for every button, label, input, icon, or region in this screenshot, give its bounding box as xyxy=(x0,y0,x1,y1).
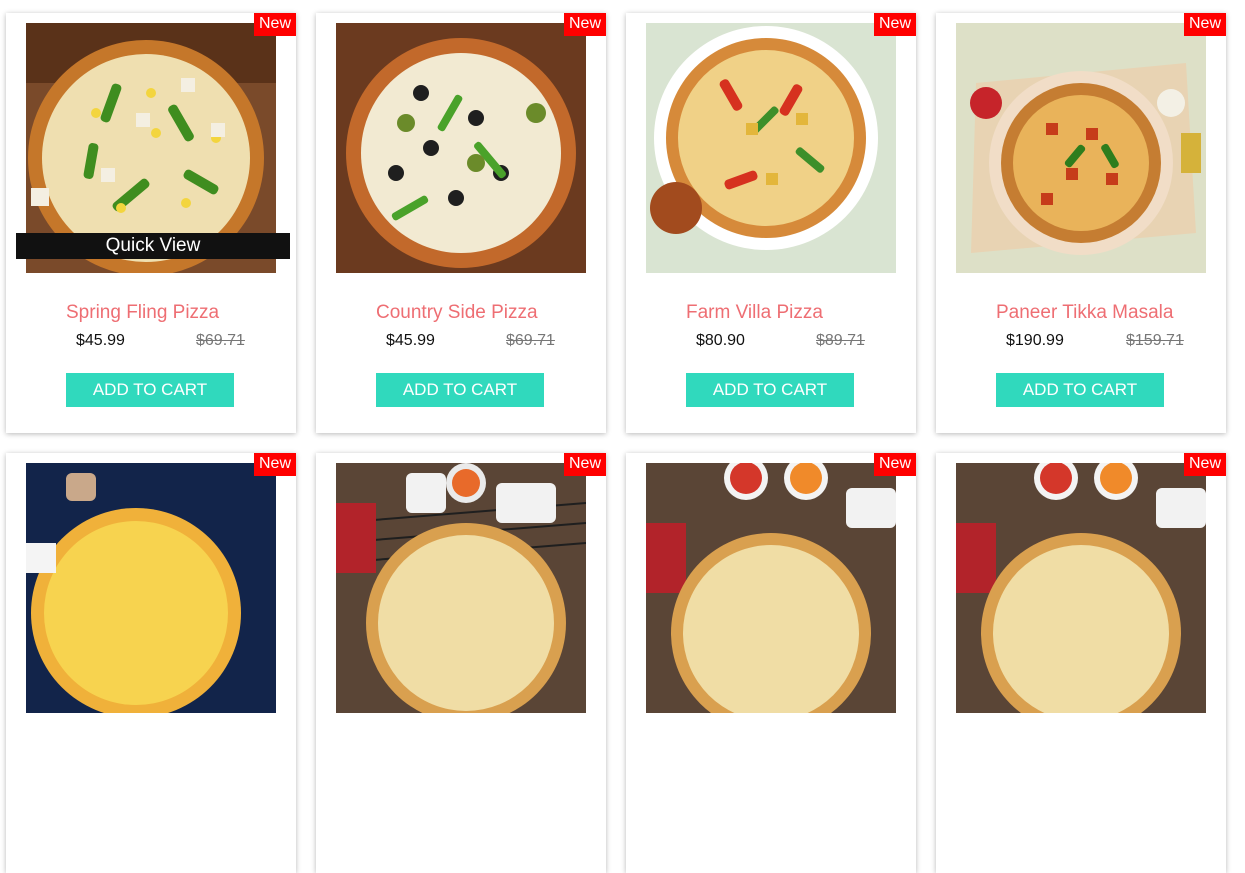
new-badge: New xyxy=(1183,13,1226,36)
product-name[interactable]: Spring Fling Pizza xyxy=(66,302,219,324)
quick-view-button[interactable]: Quick View xyxy=(16,233,290,259)
product-card: New Country Side Pizza $45.99 $69.71 ADD… xyxy=(316,13,606,433)
product-image[interactable] xyxy=(956,463,1206,713)
product-image[interactable] xyxy=(646,23,896,273)
product-old-price: $89.71 xyxy=(816,332,865,349)
new-badge: New xyxy=(253,13,296,36)
product-price: $80.90 xyxy=(696,332,745,349)
product-card: Quick View New Spring Fling Pizza $45.99… xyxy=(6,13,296,433)
new-badge: New xyxy=(1183,453,1226,476)
product-old-price: $159.71 xyxy=(1126,332,1184,349)
new-badge: New xyxy=(873,13,916,36)
product-card: New xyxy=(316,453,606,873)
new-badge: New xyxy=(873,453,916,476)
product-image[interactable] xyxy=(646,463,896,713)
add-to-cart-button[interactable]: ADD TO CART xyxy=(376,373,544,407)
product-name[interactable]: Farm Villa Pizza xyxy=(686,302,823,324)
product-card: New Farm Villa Pizza $80.90 $89.71 ADD T… xyxy=(626,13,916,433)
product-name[interactable]: Country Side Pizza xyxy=(376,302,538,324)
product-name[interactable]: Paneer Tikka Masala xyxy=(996,302,1173,324)
new-badge: New xyxy=(563,453,606,476)
add-to-cart-button[interactable]: ADD TO CART xyxy=(686,373,854,407)
product-image[interactable] xyxy=(336,23,586,273)
product-price: $45.99 xyxy=(76,332,125,349)
new-badge: New xyxy=(253,453,296,476)
product-card: New xyxy=(936,453,1226,873)
product-old-price: $69.71 xyxy=(196,332,245,349)
product-price: $45.99 xyxy=(386,332,435,349)
add-to-cart-button[interactable]: ADD TO CART xyxy=(66,373,234,407)
product-image[interactable] xyxy=(956,23,1206,273)
product-price: $190.99 xyxy=(1006,332,1064,349)
product-old-price: $69.71 xyxy=(506,332,555,349)
add-to-cart-button[interactable]: ADD TO CART xyxy=(996,373,1164,407)
product-image[interactable] xyxy=(26,463,276,713)
product-card: New xyxy=(626,453,916,873)
product-image[interactable] xyxy=(336,463,586,713)
product-card: New Paneer Tikka Masala $190.99 $159.71 … xyxy=(936,13,1226,433)
product-card: New xyxy=(6,453,296,873)
new-badge: New xyxy=(563,13,606,36)
